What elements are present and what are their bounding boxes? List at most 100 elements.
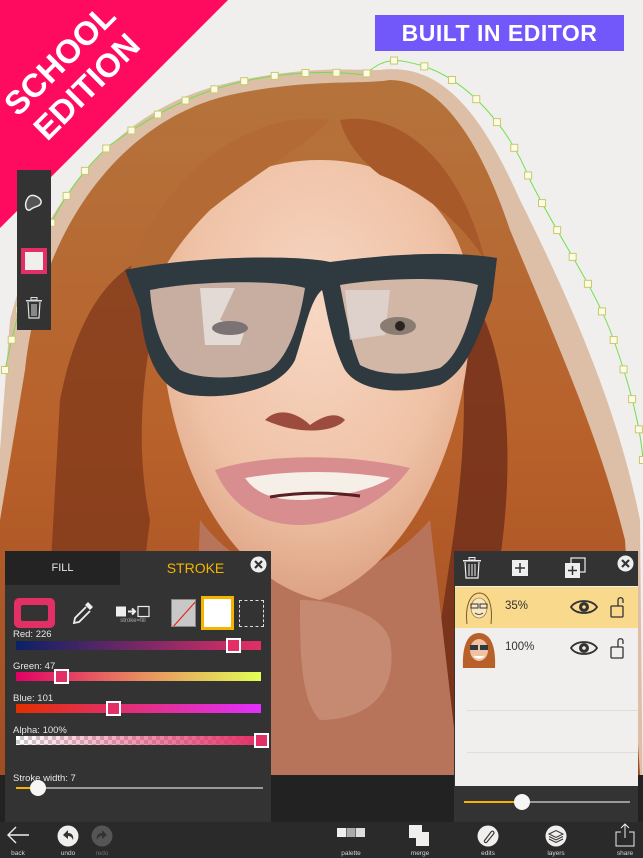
merge-icon xyxy=(409,825,429,846)
path-handle[interactable] xyxy=(628,395,637,404)
eyedropper-icon xyxy=(72,602,93,625)
path-handle[interactable] xyxy=(568,252,577,261)
stroke-width-thumb[interactable] xyxy=(30,780,47,796)
stroke-fill-label: stroke=fill xyxy=(120,618,146,624)
bottom-toolbar: back undo redo palette merge edits layer… xyxy=(0,822,643,858)
eye-left xyxy=(212,321,248,335)
layer-thumbnail-sketch xyxy=(459,588,498,627)
layer-row[interactable]: 100% xyxy=(455,628,638,669)
layers-panel: 35% 100% xyxy=(454,551,638,822)
path-handle[interactable] xyxy=(153,110,162,119)
trash-icon xyxy=(26,297,42,319)
add-layer-button[interactable] xyxy=(509,557,531,579)
path-handle[interactable] xyxy=(609,336,618,345)
current-stroke-swatch[interactable] xyxy=(14,598,55,628)
layers-button[interactable]: layers xyxy=(536,822,576,858)
path-handle[interactable] xyxy=(553,226,562,235)
white-swatch-selected[interactable] xyxy=(201,596,234,630)
tab-fill[interactable]: FILL xyxy=(5,551,120,585)
paperclip-icon xyxy=(477,825,499,847)
alpha-label: Alpha: 100% xyxy=(13,725,67,736)
no-color-swatch[interactable] xyxy=(171,599,196,627)
path-handle[interactable] xyxy=(583,279,592,288)
path-handle[interactable] xyxy=(448,75,457,84)
plus-icon xyxy=(512,560,528,576)
path-handle[interactable] xyxy=(332,68,341,77)
red-slider[interactable] xyxy=(16,638,261,653)
close-layers-button[interactable] xyxy=(617,555,634,572)
back-arrow-icon xyxy=(7,826,29,844)
merge-button[interactable]: merge xyxy=(400,822,440,858)
path-handle[interactable] xyxy=(538,199,547,208)
path-handle[interactable] xyxy=(301,69,310,78)
path-handle[interactable] xyxy=(472,95,481,104)
trash-icon xyxy=(463,557,481,579)
green-slider[interactable] xyxy=(16,669,261,684)
layers-list: 35% 100% xyxy=(455,586,638,786)
visibility-toggle[interactable] xyxy=(570,597,598,617)
stroke-swatch-icon xyxy=(21,248,47,274)
blue-slider-thumb[interactable] xyxy=(106,701,122,716)
redo-icon xyxy=(91,825,113,847)
duplicate-layer-button[interactable] xyxy=(564,557,586,579)
layer-opacity: 35% xyxy=(505,600,529,612)
edits-button[interactable]: edits xyxy=(468,822,508,858)
eye-icon xyxy=(570,641,598,655)
path-handle[interactable] xyxy=(524,171,533,180)
back-button[interactable]: back xyxy=(0,822,38,858)
eye-icon xyxy=(570,600,598,614)
share-label: share xyxy=(616,850,634,857)
path-handle[interactable] xyxy=(1,366,9,374)
lock-toggle[interactable] xyxy=(610,595,626,619)
edits-label: edits xyxy=(481,850,495,857)
path-handle[interactable] xyxy=(270,71,279,80)
layer-divider xyxy=(467,752,638,753)
path-handle[interactable] xyxy=(62,191,71,200)
green-slider-thumb[interactable] xyxy=(54,669,70,684)
stroke-equals-fill-button[interactable] xyxy=(115,596,151,629)
path-handle[interactable] xyxy=(210,85,219,94)
blue-label: Blue: 101 xyxy=(13,693,54,704)
transparent-swatch[interactable] xyxy=(239,600,264,627)
path-handle[interactable] xyxy=(420,62,429,71)
path-handle[interactable] xyxy=(390,56,399,65)
delete-layer-button[interactable] xyxy=(461,557,483,579)
path-handle[interactable] xyxy=(7,335,16,344)
share-button[interactable]: share xyxy=(605,822,643,858)
shape-fill-button[interactable] xyxy=(17,186,51,220)
path-handle[interactable] xyxy=(127,126,136,135)
alpha-slider[interactable] xyxy=(16,733,269,748)
close-panel-button[interactable] xyxy=(250,556,267,573)
path-handle[interactable] xyxy=(639,456,643,464)
layers-label: layers xyxy=(547,850,565,857)
palette-button[interactable]: palette xyxy=(331,822,371,858)
stroke-width-slider[interactable] xyxy=(16,780,263,796)
path-handle[interactable] xyxy=(102,144,111,153)
path-handle[interactable] xyxy=(597,307,606,316)
alpha-slider-thumb[interactable] xyxy=(254,733,269,748)
duplicate-icon xyxy=(565,557,586,578)
path-handle[interactable] xyxy=(181,96,190,105)
layer-opacity-slider[interactable] xyxy=(464,794,630,810)
shape-toolbar xyxy=(17,170,51,330)
path-handle[interactable] xyxy=(510,143,519,152)
path-handle[interactable] xyxy=(634,425,643,434)
layer-opacity-thumb[interactable] xyxy=(514,794,531,810)
redo-button[interactable]: redo xyxy=(82,822,122,858)
path-handle[interactable] xyxy=(619,365,628,374)
path-handle[interactable] xyxy=(362,69,371,78)
path-handle[interactable] xyxy=(492,118,501,127)
layer-thumbnail-color xyxy=(459,629,498,668)
lock-toggle[interactable] xyxy=(610,636,626,660)
layer-row[interactable]: 35% xyxy=(455,587,638,628)
delete-shape-button[interactable] xyxy=(17,291,51,325)
visibility-toggle[interactable] xyxy=(570,638,598,658)
stroke-swatch-button[interactable] xyxy=(17,244,51,278)
path-handle[interactable] xyxy=(80,166,89,175)
red-slider-thumb[interactable] xyxy=(226,638,242,653)
tab-stroke[interactable]: STROKE xyxy=(120,551,271,585)
blue-slider[interactable] xyxy=(16,701,261,716)
path-handle[interactable] xyxy=(240,77,249,86)
undo-icon xyxy=(57,825,79,847)
eyedropper-button[interactable] xyxy=(71,600,95,626)
